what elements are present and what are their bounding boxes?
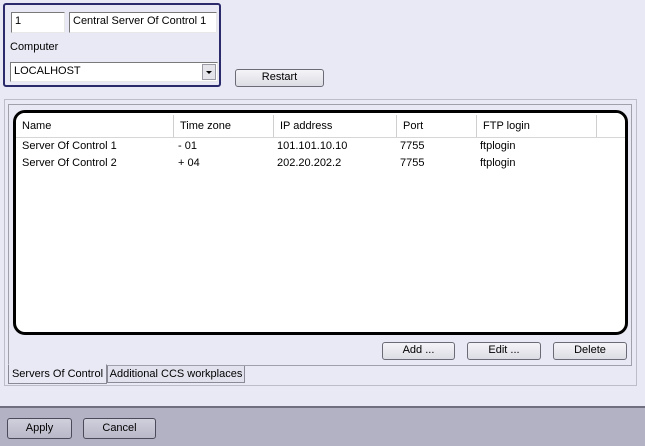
cell-time-zone: - 01 <box>178 140 197 152</box>
cell-ip-address: 202.20.202.2 <box>277 157 342 169</box>
add-button[interactable]: Add ... <box>382 342 455 360</box>
cell-ftp-login: ftplogin <box>480 157 516 169</box>
restart-button[interactable]: Restart <box>235 69 324 87</box>
cell-ip-address: 101.101.10.10 <box>277 140 348 152</box>
server-name-field[interactable]: Central Server Of Control 1 <box>69 12 217 33</box>
column-header-ip-address[interactable]: IP address <box>274 115 397 137</box>
tab-additional-ccs-workplaces[interactable]: Additional CCS workplaces <box>107 366 245 383</box>
cell-port: 7755 <box>400 140 425 152</box>
chevron-down-icon[interactable] <box>202 64 216 80</box>
table-row[interactable]: Server Of Control 2 + 04 202.20.202.2 77… <box>16 155 625 172</box>
column-header-time-zone[interactable]: Time zone <box>174 115 274 137</box>
cell-port: 7755 <box>400 157 425 169</box>
edit-button[interactable]: Edit ... <box>467 342 541 360</box>
computer-select-value: LOCALHOST <box>14 65 81 77</box>
cell-name: Server Of Control 2 <box>22 157 117 169</box>
cell-ftp-login: ftplogin <box>480 140 516 152</box>
servers-table[interactable]: Name Time zone IP address Port FTP login… <box>13 110 628 335</box>
column-header-name[interactable]: Name <box>16 115 174 137</box>
computer-select[interactable]: LOCALHOST <box>10 62 218 82</box>
column-header-ftp-login[interactable]: FTP login <box>477 115 597 137</box>
table-row[interactable]: Server Of Control 1 - 01 101.101.10.10 7… <box>16 138 625 155</box>
apply-button[interactable]: Apply <box>7 418 72 439</box>
cell-name: Server Of Control 1 <box>22 140 117 152</box>
server-id-field[interactable]: 1 <box>11 12 65 33</box>
tab-servers-of-control[interactable]: Servers Of Control <box>8 364 107 384</box>
cell-time-zone: + 04 <box>178 157 200 169</box>
computer-label: Computer <box>10 41 59 53</box>
delete-button[interactable]: Delete <box>553 342 627 360</box>
cancel-button[interactable]: Cancel <box>83 418 156 439</box>
column-header-port[interactable]: Port <box>397 115 477 137</box>
server-settings-panel: 1 Central Server Of Control 1 Computer L… <box>3 3 221 87</box>
